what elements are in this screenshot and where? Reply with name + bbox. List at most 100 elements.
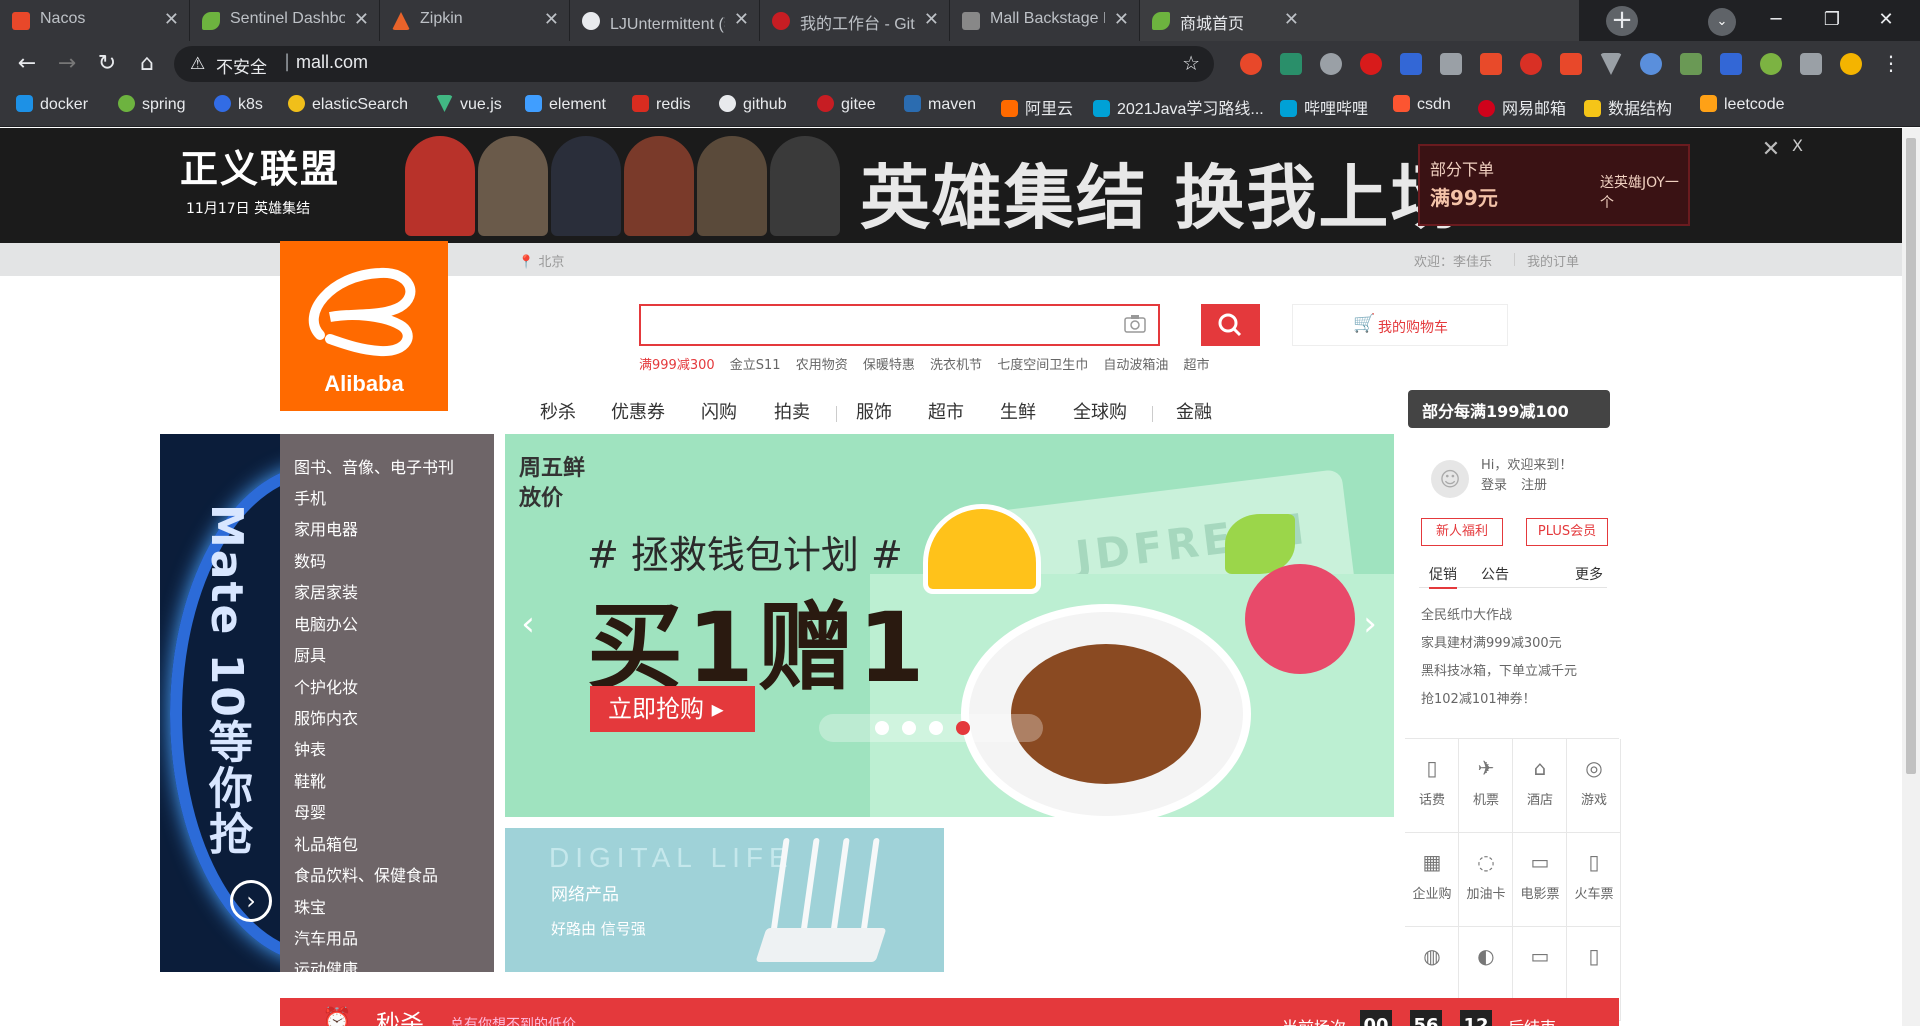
category-item[interactable]: 运动健康 [294,956,358,972]
address-bar[interactable]: ⚠ 不安全 | mall.com ☆ [174,46,1214,82]
bookmark-bilibili[interactable]: 哔哩哔哩 [1280,95,1368,119]
tab-close-icon[interactable]: ✕ [734,9,749,30]
extension-icon[interactable] [1680,53,1702,75]
category-item[interactable]: 珠宝 [294,894,326,918]
warning-icon[interactable]: ⚠ [190,54,205,74]
register-link[interactable]: 注册 [1521,474,1547,493]
category-item[interactable]: 鞋靴 [294,768,326,792]
category-item[interactable]: 服饰内衣 [294,705,358,729]
tab-close-icon[interactable]: ✕ [354,9,369,30]
category-item[interactable]: 食品饮料、保健食品 [294,862,438,886]
nav-auction[interactable]: 拍卖 [774,398,810,424]
plus-member-button[interactable]: PLUS会员 [1526,518,1608,546]
side-ad-mate10[interactable]: Mate 10等你抢 › [160,434,294,972]
search-button[interactable] [1201,304,1260,346]
service-games[interactable]: ◎ 游戏 [1567,739,1621,833]
banner-close-x[interactable]: X [1792,136,1803,155]
bookmark-redis[interactable]: redis [632,95,691,119]
service-movie-tickets[interactable]: ▭ 电影票 [1513,833,1567,927]
profile-avatar-icon[interactable] [1840,53,1862,75]
new-tab-button[interactable]: + [1606,6,1638,36]
nav-flash-sale[interactable]: 闪购 [701,398,737,424]
tab-close-icon[interactable]: ✕ [544,9,559,30]
top-promo-banner[interactable]: 正义联盟 11月17日 英雄集结 英雄集结 换我上场 部分下单 满99元 送英雄… [0,128,1902,243]
news-item[interactable]: 抢102减101神券！ [1421,688,1536,707]
reload-button[interactable]: ↻ [92,49,122,79]
extension-icon[interactable] [1720,53,1742,75]
nav-seckill[interactable]: 秒杀 [540,398,576,424]
bookmark-data-structures[interactable]: 数据结构 [1584,95,1672,119]
extension-icon[interactable] [1760,53,1782,75]
service-flights[interactable]: ✈ 机票 [1459,739,1513,833]
nav-clothing[interactable]: 服饰 [856,398,892,424]
category-item[interactable]: 礼品箱包 [294,831,358,855]
carousel-dot[interactable] [929,721,943,735]
bookmark-star-icon[interactable]: ☆ [1182,51,1200,75]
camera-icon[interactable] [1124,314,1146,334]
page-scrollbar[interactable] [1902,128,1920,1026]
tab-sentinel[interactable]: Sentinel Dashboard ✕ [190,0,380,41]
category-item[interactable]: 电脑办公 [294,611,358,635]
news-more-link[interactable]: 更多 [1575,564,1603,584]
seckill-bar[interactable]: ⏰ 秒杀 总有你想不到的低价 当前场次 00 56 12 后结束 [280,998,1619,1026]
digital-life-ad[interactable]: DIGITAL LIFE 网络产品 好路由 信号强 [505,828,944,972]
tab-mall-home[interactable]: 商城首页 ✕ [1140,0,1580,41]
insecure-label[interactable]: 不安全 [216,53,267,78]
category-item[interactable]: 厨具 [294,642,326,666]
category-item[interactable]: 家居家装 [294,579,358,603]
bookmark-gitee[interactable]: gitee [817,95,876,119]
bookmark-maven[interactable]: maven [904,95,976,119]
bookmark-aliyun[interactable]: 阿里云 [1001,95,1073,119]
bookmark-element[interactable]: element [525,95,606,119]
bookmark-github[interactable]: github [719,95,787,119]
extension-icon[interactable] [1640,53,1662,75]
hotword-link[interactable]: 金立S11 [730,358,781,373]
extension-icon[interactable] [1240,53,1262,75]
bookmark-163-mail[interactable]: 网易邮箱 [1478,95,1566,119]
news-item[interactable]: 全民纸巾大作战 [1421,604,1512,623]
category-item[interactable]: 家用电器 [294,516,358,540]
hotword-link[interactable]: 农用物资 [796,358,848,373]
category-item[interactable]: 钟表 [294,736,326,760]
bookmark-elasticsearch[interactable]: elasticSearch [288,95,408,119]
scrollbar-thumb[interactable] [1906,138,1916,774]
tab-announcements[interactable]: 公告 [1481,564,1509,584]
banner-close-icon[interactable]: ✕ [1758,138,1784,164]
new-user-benefit-button[interactable]: 新人福利 [1421,518,1503,546]
nav-coupons[interactable]: 优惠券 [611,398,665,424]
home-button[interactable]: ⌂ [132,49,162,79]
service-enterprise[interactable]: ▦ 企业购 [1405,833,1459,927]
menu-kebab-icon[interactable]: ⋮ [1880,53,1902,75]
category-item[interactable]: 母婴 [294,799,326,823]
hero-carousel[interactable]: JDFRESH 周五鲜放价 # 拯救钱包计划 # 买1赠1 立即抢购 ▸ ‹ › [505,434,1394,817]
hotword-link[interactable]: 七度空间卫生巾 [997,358,1088,373]
tab-nacos[interactable]: Nacos ✕ [0,0,190,41]
bookmark-docker[interactable]: docker [16,95,88,119]
back-button[interactable]: ← [12,49,42,79]
carousel-dot[interactable] [875,721,889,735]
tab-close-icon[interactable]: ✕ [1114,9,1129,30]
tab-zipkin[interactable]: Zipkin ✕ [380,0,570,41]
category-item[interactable]: 个护化妆 [294,674,358,698]
search-input[interactable] [641,306,1141,344]
search-box[interactable] [639,304,1160,346]
nav-finance[interactable]: 金融 [1176,398,1212,424]
bookmark-leetcode[interactable]: leetcode [1700,95,1785,119]
tab-close-icon[interactable]: ✕ [924,9,939,30]
service-train-tickets[interactable]: ▯ 火车票 [1567,833,1621,927]
service-phone-bill[interactable]: ▯ 话费 [1405,739,1459,833]
extension-icon[interactable] [1320,53,1342,75]
bookmark-csdn[interactable]: csdn [1393,95,1451,119]
hotword-link[interactable]: 满999减300 [639,358,715,373]
carousel-dot-active[interactable] [956,721,970,735]
category-item[interactable]: 手机 [294,485,326,509]
category-item[interactable]: 汽车用品 [294,925,358,949]
forward-button[interactable]: → [52,49,82,79]
puzzle-extensions-icon[interactable] [1800,53,1822,75]
hotword-link[interactable]: 保暖特惠 [863,358,915,373]
nav-supermarket[interactable]: 超市 [928,398,964,424]
hotword-link[interactable]: 自动波箱油 [1103,358,1168,373]
adblock-icon[interactable] [1360,53,1382,75]
category-item[interactable]: 图书、音像、电子书刊 [294,454,454,478]
news-item[interactable]: 黑科技冰箱，下单立减千元 [1421,660,1577,679]
